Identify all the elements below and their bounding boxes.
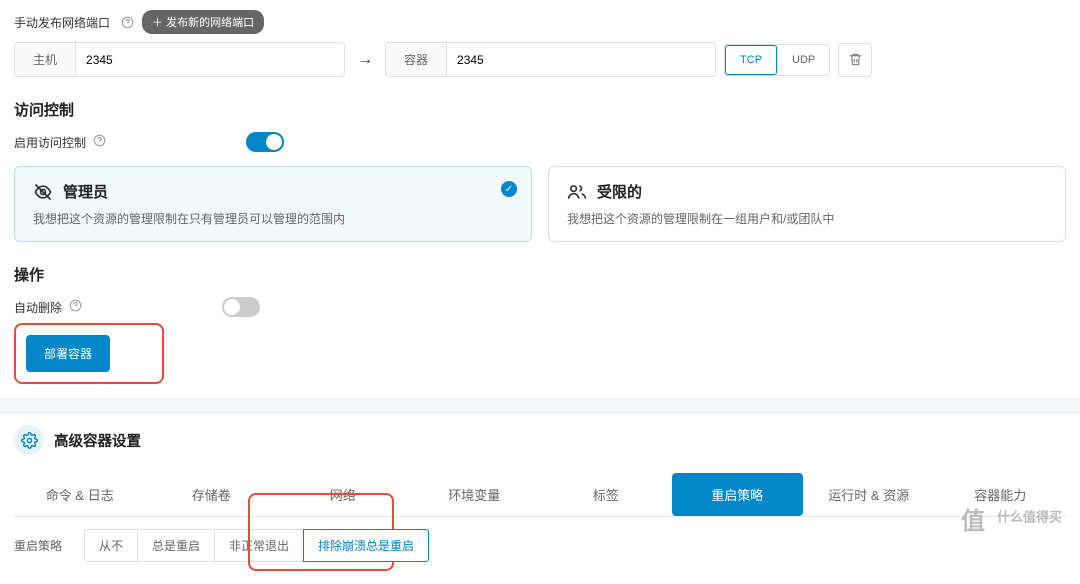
highlight-box: 部署容器 xyxy=(14,323,164,384)
auto-remove-toggle[interactable] xyxy=(222,297,260,317)
protocol-group: TCP UDP xyxy=(724,44,830,76)
help-icon[interactable] xyxy=(121,16,134,29)
card-desc: 我想把这个资源的管理限制在一组用户和/或团队中 xyxy=(567,210,1047,227)
watermark-text: 什么值得买 xyxy=(997,509,1062,524)
tab-cmd[interactable]: 命令 & 日志 xyxy=(14,473,146,516)
ports-heading: 手动发布网络端口 xyxy=(14,14,110,31)
enable-access-label: 启用访问控制 xyxy=(14,136,86,150)
host-port-label: 主机 xyxy=(14,42,75,77)
enable-access-toggle[interactable] xyxy=(246,132,284,152)
protocol-tcp-button[interactable]: TCP xyxy=(725,45,777,75)
add-port-button[interactable]: ＋ 发布新的网络端口 xyxy=(142,10,264,34)
restart-always-button[interactable]: 总是重启 xyxy=(137,529,215,562)
card-desc: 我想把这个资源的管理限制在只有管理员可以管理的范围内 xyxy=(33,210,513,227)
advanced-heading: 高级容器设置 xyxy=(54,430,141,451)
card-title: 管理员 xyxy=(63,181,108,202)
restart-policy-label: 重启策略 xyxy=(14,537,74,554)
container-port-input[interactable] xyxy=(446,42,716,77)
restart-unless-stopped-button[interactable]: 排除崩溃总是重启 xyxy=(303,529,429,562)
access-control-heading: 访问控制 xyxy=(14,99,1066,120)
tab-network[interactable]: 网络 xyxy=(277,473,409,516)
check-icon xyxy=(501,181,517,197)
watermark: 值什么值得买 xyxy=(955,500,1062,536)
host-port-input[interactable] xyxy=(75,42,345,77)
restart-policy-group: 从不 总是重启 非正常退出 排除崩溃总是重启 xyxy=(84,529,429,562)
protocol-udp-button[interactable]: UDP xyxy=(777,45,829,75)
container-port-label: 容器 xyxy=(385,42,446,77)
watermark-symbol: 值 xyxy=(955,500,991,536)
gear-icon xyxy=(14,425,44,455)
tab-volumes[interactable]: 存储卷 xyxy=(146,473,278,516)
help-icon[interactable] xyxy=(69,299,82,312)
card-title: 受限的 xyxy=(597,181,642,202)
tab-env[interactable]: 环境变量 xyxy=(409,473,541,516)
access-card-restricted[interactable]: 受限的 我想把这个资源的管理限制在一组用户和/或团队中 xyxy=(548,166,1066,242)
users-icon xyxy=(567,182,587,202)
trash-icon xyxy=(848,52,863,67)
deploy-button[interactable]: 部署容器 xyxy=(26,335,110,372)
delete-port-button[interactable] xyxy=(838,43,872,77)
port-mapping-row: 主机 → 容器 TCP UDP xyxy=(14,42,1066,77)
access-card-admin[interactable]: 管理员 我想把这个资源的管理限制在只有管理员可以管理的范围内 xyxy=(14,166,532,242)
help-icon[interactable] xyxy=(93,134,106,147)
auto-remove-label: 自动删除 xyxy=(14,301,62,315)
tab-labels[interactable]: 标签 xyxy=(540,473,672,516)
restart-never-button[interactable]: 从不 xyxy=(84,529,138,562)
tab-restart[interactable]: 重启策略 xyxy=(672,473,804,516)
eye-off-icon xyxy=(33,182,53,202)
operations-heading: 操作 xyxy=(14,264,1066,285)
advanced-tabs: 命令 & 日志 存储卷 网络 环境变量 标签 重启策略 运行时 & 资源 容器能… xyxy=(14,473,1066,517)
tab-runtime[interactable]: 运行时 & 资源 xyxy=(803,473,935,516)
restart-on-failure-button[interactable]: 非正常退出 xyxy=(214,529,304,562)
arrow-icon: → xyxy=(353,51,377,69)
